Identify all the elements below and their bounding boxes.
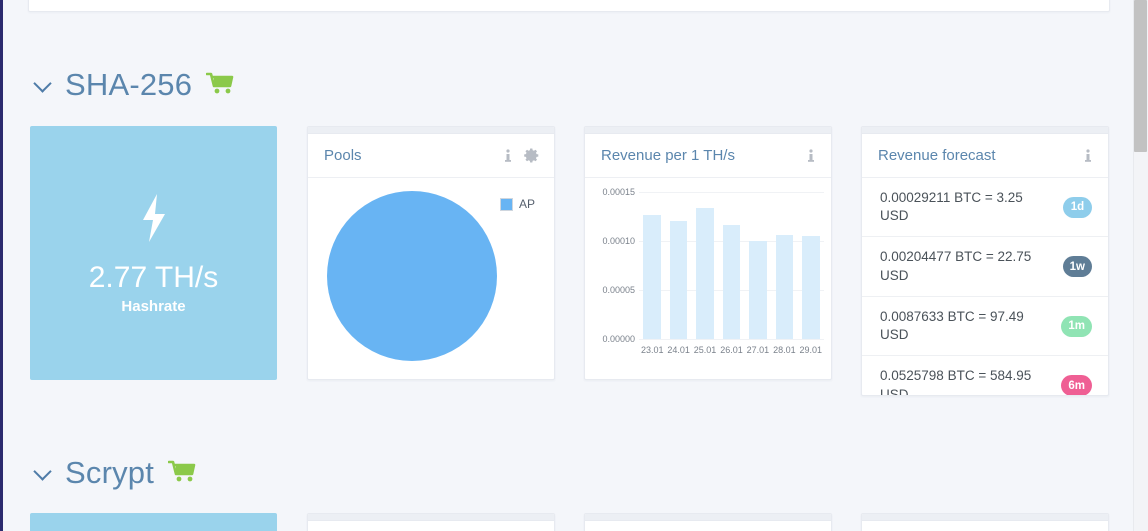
forecast-row[interactable]: 0.0525798 BTC = 584.95 USD 6m — [862, 356, 1108, 396]
chart-x-tick-label: 27.01 — [746, 345, 770, 355]
hashrate-label: Hashrate — [121, 297, 186, 315]
dashboard-scroll-area: SHA-256 2.77 TH/s Hashrate Pools AP Reve… — [3, 0, 1131, 531]
info-icon[interactable] — [502, 148, 514, 163]
card-top-strip — [585, 514, 831, 521]
forecast-row-text: 0.00029211 BTC = 3.25 USD — [880, 190, 1023, 224]
pools-legend-item-ap[interactable]: AP — [500, 197, 535, 211]
card-top-strip — [585, 127, 831, 134]
shopping-cart-icon[interactable] — [205, 71, 234, 100]
forecast-period-badge[interactable]: 1m — [1061, 315, 1092, 337]
forecast-list: 0.00029211 BTC = 3.25 USD 1d 0.00204477 BT… — [862, 178, 1108, 396]
section-header-sha256[interactable]: SHA-256 — [33, 68, 234, 100]
chart-x-tick-label: 28.01 — [773, 345, 796, 355]
forecast-row[interactable]: 0.00029211 BTC = 3.25 USD 1d — [862, 178, 1108, 238]
chart-bar[interactable] — [749, 240, 767, 339]
revenue-card-actions — [805, 148, 817, 163]
revenue-forecast-card-scrypt — [861, 513, 1109, 531]
legend-label-ap: AP — [519, 197, 536, 211]
card-top-strip — [308, 514, 554, 521]
legend-swatch-ap — [500, 197, 513, 211]
forecast-row-text: 0.0525798 BTC = 584.95 USD — [880, 368, 1032, 396]
lightning-bolt-icon — [136, 192, 172, 249]
chevron-down-icon[interactable] — [33, 73, 55, 95]
pools-card-scrypt — [307, 513, 555, 531]
chart-y-tick-label: 0.00005 — [602, 285, 635, 295]
card-top-strip — [862, 514, 1108, 521]
hashrate-tile[interactable]: 2.77 TH/s Hashrate — [30, 126, 277, 380]
revenue-card-title: Revenue per 1 TH/s — [601, 147, 735, 164]
pools-card: Pools AP — [307, 126, 555, 380]
chart-bar[interactable] — [669, 220, 688, 339]
chart-y-tick-label: 0.00010 — [602, 236, 635, 246]
chart-bar[interactable] — [722, 224, 741, 339]
card-top-strip — [862, 127, 1108, 134]
chart-y-tick-label: 0.00015 — [602, 187, 635, 197]
revenue-forecast-card: Revenue forecast 0.00029211 BTC = 3.25 U… — [861, 126, 1109, 396]
pools-pie-chart[interactable] — [327, 191, 497, 361]
hashrate-tile-scrypt[interactable] — [30, 513, 277, 531]
info-icon[interactable] — [1082, 148, 1094, 163]
forecast-card-title: Revenue forecast — [878, 147, 996, 164]
revenue-bar-chart[interactable]: 0.00000 0.00005 0.00010 0.00015 23.01 24.01 25… — [585, 178, 831, 378]
chart-x-tick-label: 26.01 — [720, 345, 743, 355]
chart-x-tick-label: 29.01 — [799, 345, 823, 355]
pools-card-header: Pools — [308, 134, 554, 178]
chart-x-tick-label: 24.01 — [667, 345, 690, 355]
forecast-card-actions — [1082, 148, 1094, 163]
info-icon[interactable] — [805, 148, 817, 163]
gear-icon[interactable] — [523, 147, 540, 164]
chart-bar[interactable] — [696, 208, 714, 339]
pools-card-title: Pools — [324, 147, 362, 164]
chart-y-tick-label: 0.00000 — [602, 334, 635, 344]
pools-card-actions — [502, 147, 540, 164]
chart-x-tick-label: 23.01 — [640, 345, 664, 355]
forecast-row-text: 0.00204477 BTC = 22.75 USD — [880, 249, 1032, 283]
forecast-row[interactable]: 0.0087633 BTC = 97.49 USD 1m — [862, 297, 1108, 357]
section-title-sha256: SHA-256 — [65, 66, 193, 102]
chart-bar[interactable] — [802, 235, 820, 339]
chevron-down-icon[interactable] — [33, 461, 55, 483]
vertical-scrollbar-thumb[interactable] — [1134, 0, 1147, 152]
forecast-row-text: 0.0087633 BTC = 97.49 USD — [880, 308, 1024, 343]
card-top-strip — [308, 127, 554, 134]
forecast-row[interactable]: 0.00204477 BTC = 22.75 USD 1w — [862, 237, 1108, 297]
forecast-period-badge[interactable]: 6m — [1061, 375, 1092, 395]
chart-gridline — [639, 339, 824, 340]
vertical-scrollbar-track[interactable] — [1133, 0, 1148, 531]
revenue-per-th-card-scrypt — [584, 513, 832, 531]
chart-x-tick-label: 25.01 — [693, 345, 717, 355]
hashrate-value: 2.77 TH/s — [88, 260, 219, 294]
section-header-scrypt[interactable]: Scrypt — [33, 456, 196, 488]
chart-gridline — [639, 192, 824, 193]
forecast-period-badge[interactable]: 1w — [1062, 256, 1092, 278]
revenue-per-th-card: Revenue per 1 TH/s 0.00000 0.00005 0.00010… — [584, 126, 832, 380]
revenue-card-header: Revenue per 1 TH/s — [585, 134, 831, 178]
shopping-cart-icon[interactable] — [167, 459, 196, 488]
forecast-card-header: Revenue forecast — [862, 134, 1108, 178]
forecast-period-badge[interactable]: 1d — [1063, 196, 1092, 218]
section-title-scrypt: Scrypt — [65, 454, 155, 490]
previous-section-card-partial — [28, 0, 1110, 12]
chart-bar[interactable] — [643, 215, 661, 339]
chart-bar[interactable] — [775, 234, 794, 339]
